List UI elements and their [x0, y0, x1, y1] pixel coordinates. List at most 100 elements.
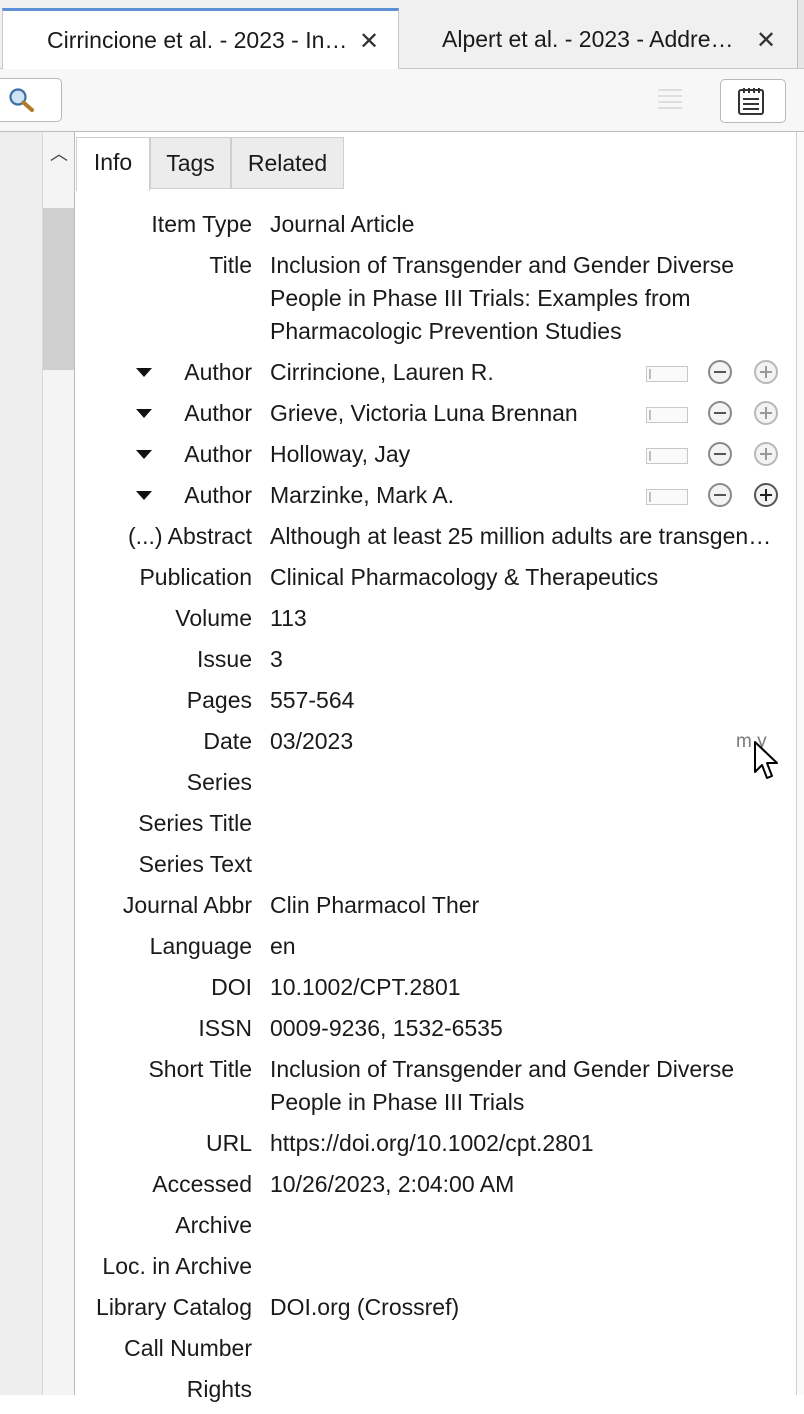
field-label: Issue — [197, 646, 252, 672]
remove-creator-icon[interactable] — [708, 442, 732, 466]
field-library-catalog: Library Catalog DOI.org (Crossref) — [76, 1291, 796, 1324]
item-type-value[interactable]: Journal Article — [270, 208, 780, 241]
field-series-title: Series Title — [76, 807, 796, 840]
name-mode-switch[interactable] — [646, 489, 688, 505]
doi-value[interactable]: 10.1002/CPT.2801 — [270, 971, 780, 1004]
field-label: Item Type — [151, 211, 252, 237]
field-pages: Pages 557-564 — [76, 684, 796, 717]
field-language: Language en — [76, 930, 796, 963]
creator-row: Author Cirrincione, Lauren R. — [76, 356, 796, 389]
field-label: Title — [209, 252, 252, 278]
field-item-type: Item Type Journal Article — [76, 208, 796, 241]
field-loc-in-archive: Loc. in Archive — [76, 1250, 796, 1283]
toolbar — [0, 69, 804, 132]
mouse-cursor-icon — [754, 741, 778, 779]
field-label: Archive — [175, 1212, 252, 1238]
creator-controls — [646, 360, 786, 386]
creator-type-dropdown-icon[interactable] — [136, 450, 152, 459]
call-number-value[interactable] — [270, 1332, 780, 1365]
creator-type-dropdown-icon[interactable] — [136, 491, 152, 500]
name-mode-switch[interactable] — [646, 407, 688, 423]
creator-type-label[interactable]: Author — [76, 397, 252, 430]
series-value[interactable] — [270, 766, 780, 799]
creator-row: Author Holloway, Jay — [76, 438, 796, 471]
field-label: Language — [149, 933, 252, 959]
add-creator-icon[interactable] — [754, 442, 778, 466]
issn-value[interactable]: 0009-9236, 1532-6535 — [270, 1012, 780, 1045]
title-value[interactable]: Inclusion of Transgender and Gender Dive… — [270, 249, 780, 348]
field-doi: DOI 10.1002/CPT.2801 — [76, 971, 796, 1004]
short-title-value[interactable]: Inclusion of Transgender and Gender Dive… — [270, 1053, 780, 1119]
loc-in-archive-value[interactable] — [270, 1250, 780, 1283]
issue-value[interactable]: 3 — [270, 643, 780, 676]
field-publication: Publication Clinical Pharmacology & Ther… — [76, 561, 796, 594]
rights-value[interactable] — [270, 1373, 780, 1406]
creator-type-label[interactable]: Author — [76, 479, 252, 512]
close-tab-icon[interactable]: ✕ — [359, 27, 379, 56]
url-label[interactable]: URL — [76, 1127, 252, 1160]
publication-value[interactable]: Clinical Pharmacology & Therapeutics — [270, 561, 780, 594]
chevron-up-icon[interactable]: ︿ — [50, 140, 68, 166]
items-scrollbar[interactable]: ︿ — [43, 132, 75, 1395]
search-button[interactable] — [0, 78, 62, 122]
name-mode-switch[interactable] — [646, 448, 688, 464]
add-creator-icon[interactable] — [754, 360, 778, 384]
field-label: Loc. in Archive — [102, 1253, 252, 1279]
notes-button[interactable] — [720, 79, 786, 123]
tab-info[interactable]: Info — [76, 137, 150, 191]
library-catalog-value[interactable]: DOI.org (Crossref) — [270, 1291, 780, 1324]
field-title: Title Inclusion of Transgender and Gende… — [76, 249, 796, 348]
creator-type-dropdown-icon[interactable] — [136, 409, 152, 418]
collections-pane-edge — [0, 132, 43, 1395]
remove-creator-icon[interactable] — [708, 401, 732, 425]
creator-type-dropdown-icon[interactable] — [136, 368, 152, 377]
url-value[interactable]: https://doi.org/10.1002/cpt.2801 — [270, 1127, 780, 1160]
field-label: Short Title — [148, 1056, 252, 1082]
tab-cirrincione[interactable]: Cirrincione et al. - 2023 - In… ✕ — [2, 8, 399, 69]
abstract-toggle-label[interactable]: (...) Abstract — [76, 520, 252, 553]
field-series-text: Series Text — [76, 848, 796, 881]
date-value[interactable]: 03/2023 — [270, 725, 780, 758]
remove-creator-icon[interactable] — [708, 360, 732, 384]
add-creator-icon[interactable] — [754, 401, 778, 425]
list-icon — [658, 89, 682, 109]
field-label: ISSN — [198, 1015, 252, 1041]
field-issue: Issue 3 — [76, 643, 796, 676]
remove-creator-icon[interactable] — [708, 483, 732, 507]
field-label: Accessed — [152, 1171, 252, 1197]
tab-related[interactable]: Related — [231, 137, 344, 189]
name-mode-switch[interactable] — [646, 366, 688, 382]
pages-value[interactable]: 557-564 — [270, 684, 780, 717]
field-abstract: (...) Abstract Although at least 25 mill… — [76, 520, 796, 553]
scroll-thumb[interactable] — [43, 208, 74, 370]
field-label: Publication — [139, 564, 252, 590]
creator-controls — [646, 483, 786, 509]
field-label: Rights — [186, 1376, 252, 1402]
field-journal-abbr: Journal Abbr Clin Pharmacol Ther — [76, 889, 796, 922]
accessed-value[interactable]: 10/26/2023, 2:04:00 AM — [270, 1168, 780, 1201]
field-label: Date — [203, 728, 252, 754]
tab-tags[interactable]: Tags — [150, 137, 231, 189]
language-value[interactable]: en — [270, 930, 780, 963]
tab-alpert[interactable]: Alpert et al. - 2023 - Addre… ✕ — [400, 8, 796, 68]
creator-type-label[interactable]: Author — [76, 356, 252, 389]
series-text-value[interactable] — [270, 848, 780, 881]
field-series: Series — [76, 766, 796, 799]
close-tab-icon[interactable]: ✕ — [756, 26, 776, 55]
add-creator-icon[interactable] — [754, 483, 778, 507]
creator-controls — [646, 442, 786, 468]
tab-strip-edge — [797, 0, 804, 68]
field-label: Series Title — [138, 810, 252, 836]
series-title-value[interactable] — [270, 807, 780, 840]
archive-value[interactable] — [270, 1209, 780, 1242]
journal-abbr-value[interactable]: Clin Pharmacol Ther — [270, 889, 780, 922]
notes-icon — [738, 88, 764, 115]
abstract-value[interactable]: Although at least 25 million adults are … — [270, 520, 776, 553]
volume-value[interactable]: 113 — [270, 602, 780, 635]
creator-type-label[interactable]: Author — [76, 438, 252, 471]
tab-strip: Cirrincione et al. - 2023 - In… ✕ Alpert… — [0, 0, 804, 69]
tab-label: Alpert et al. - 2023 - Addre… — [442, 26, 734, 52]
info-fields: Item Type Journal Article Title Inclusio… — [76, 208, 796, 1414]
tab-label: Cirrincione et al. - 2023 - In… — [47, 27, 348, 53]
field-volume: Volume 113 — [76, 602, 796, 635]
